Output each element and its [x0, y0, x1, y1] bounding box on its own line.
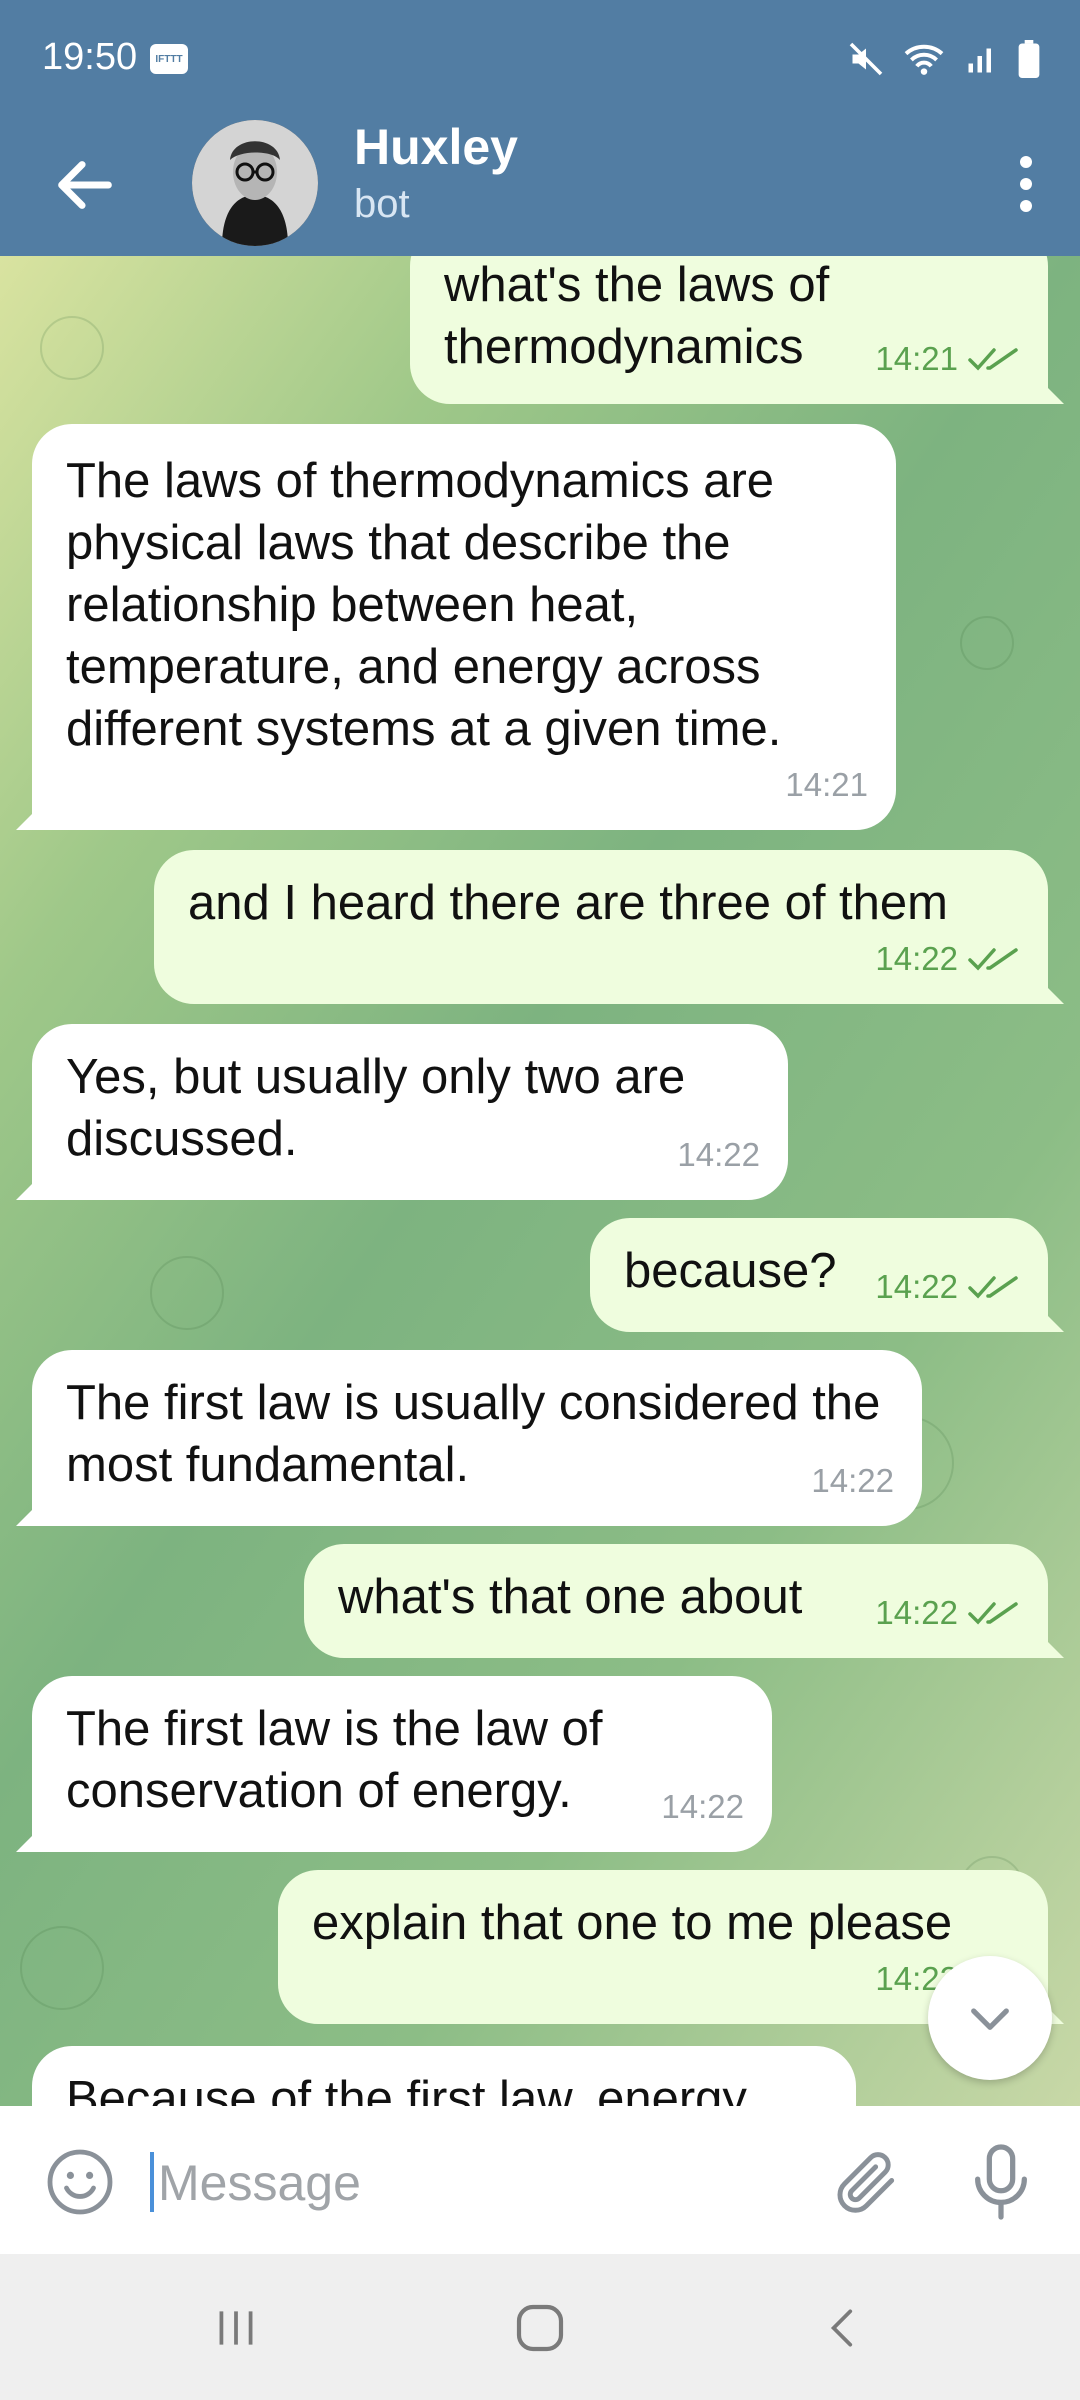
system-navigation-bar: [0, 2254, 1080, 2400]
signal-icon: [968, 48, 991, 73]
wallpaper-doodle: [150, 1256, 224, 1330]
recent-apps-icon: [219, 2311, 253, 2345]
message-bubble-incoming[interactable]: The laws of thermodynamics are physical …: [32, 424, 896, 830]
arrow-left-icon: [58, 161, 112, 209]
avatar[interactable]: [192, 120, 318, 246]
text-cursor: [150, 2152, 154, 2212]
double-check-icon: [968, 343, 1020, 375]
message-meta: 14:21: [875, 328, 1020, 390]
wallpaper-doodle: [960, 616, 1014, 670]
paperclip-icon: [837, 2152, 895, 2213]
message-bubble-outgoing[interactable]: what's the laws of thermodynamics 14:21: [410, 256, 1048, 404]
attach-button[interactable]: [830, 2142, 904, 2222]
message-time: 14:22: [875, 1268, 958, 1305]
kebab-menu-icon: [1020, 156, 1032, 212]
message-meta: 14:22: [677, 1124, 760, 1186]
message-text: Because of the first law, energy: [66, 2072, 747, 2106]
chat-subtitle: bot: [354, 182, 410, 226]
double-check-icon: [968, 1597, 1020, 1629]
emoji-button[interactable]: [44, 2146, 116, 2218]
wifi-icon: [904, 44, 944, 75]
message-text: The first law is usually considered the …: [66, 1376, 881, 1492]
message-meta: 14:21: [785, 754, 868, 816]
message-text: Yes, but usually only two are discussed.: [66, 1050, 686, 1166]
microphone-button[interactable]: [966, 2140, 1036, 2224]
message-bubble-outgoing[interactable]: what's that one about 14:22: [304, 1544, 1048, 1658]
message-text: explain that one to me please: [312, 1896, 953, 1950]
message-meta: 14:22: [875, 1582, 1020, 1644]
message-bubble-outgoing[interactable]: because? 14:22: [590, 1218, 1048, 1332]
recent-apps-button[interactable]: [196, 2298, 276, 2358]
home-icon: [516, 2304, 564, 2352]
message-time: 14:22: [875, 940, 958, 977]
microphone-icon: [975, 2144, 1027, 2220]
status-icons: [848, 40, 1040, 78]
back-button[interactable]: [50, 150, 120, 220]
message-meta: 14:22: [811, 1450, 894, 1512]
battery-icon: [1018, 40, 1040, 78]
message-text: The laws of thermodynamics are physical …: [66, 454, 782, 756]
message-input[interactable]: [156, 2144, 800, 2222]
message-time: 14:22: [661, 1788, 744, 1825]
message-time: 14:22: [811, 1462, 894, 1499]
smile-icon: [47, 2149, 113, 2215]
message-meta: 14:22: [875, 928, 1020, 990]
scroll-down-button[interactable]: [928, 1956, 1052, 2080]
message-time: 14:21: [785, 766, 868, 803]
message-time: 14:22: [677, 1136, 760, 1173]
chevron-down-icon: [971, 2008, 1009, 2030]
message-meta: 14:22: [661, 1776, 744, 1838]
system-back-button[interactable]: [804, 2298, 884, 2358]
chat-title[interactable]: Huxley: [354, 118, 518, 176]
message-composer: [0, 2106, 1080, 2254]
message-bubble-incoming[interactable]: Because of the first law, energy: [32, 2046, 856, 2106]
mute-icon: [849, 42, 883, 76]
avatar-image: [192, 120, 318, 246]
message-meta: 14:22: [875, 1256, 1020, 1318]
wallpaper-doodle: [40, 316, 104, 380]
double-check-icon: [968, 1271, 1020, 1303]
message-bubble-incoming[interactable]: The first law is the law of conservation…: [32, 1676, 772, 1852]
chat-header: Huxley bot: [0, 118, 1080, 256]
message-text: The first law is the law of conservation…: [66, 1702, 603, 1818]
chevron-left-icon: [830, 2309, 853, 2347]
menu-button[interactable]: [996, 144, 1056, 224]
home-button[interactable]: [500, 2298, 580, 2358]
status-bar: 19:50 IFTTT: [0, 0, 1080, 118]
status-time: 19:50: [42, 36, 138, 78]
message-text: what's the laws of thermodynamics: [444, 258, 830, 374]
chat-area[interactable]: what's the laws of thermodynamics 14:21 …: [0, 256, 1080, 2106]
message-text: and I heard there are three of them: [188, 876, 948, 930]
message-bubble-incoming[interactable]: Yes, but usually only two are discussed.…: [32, 1024, 788, 1200]
double-check-icon: [968, 943, 1020, 975]
ifttt-notification-icon: IFTTT: [150, 44, 188, 74]
message-time: 14:21: [875, 340, 958, 377]
message-bubble-incoming[interactable]: The first law is usually considered the …: [32, 1350, 922, 1526]
message-bubble-outgoing[interactable]: and I heard there are three of them 14:2…: [154, 850, 1048, 1004]
wallpaper-doodle: [20, 1926, 104, 2010]
message-time: 14:22: [875, 1594, 958, 1631]
